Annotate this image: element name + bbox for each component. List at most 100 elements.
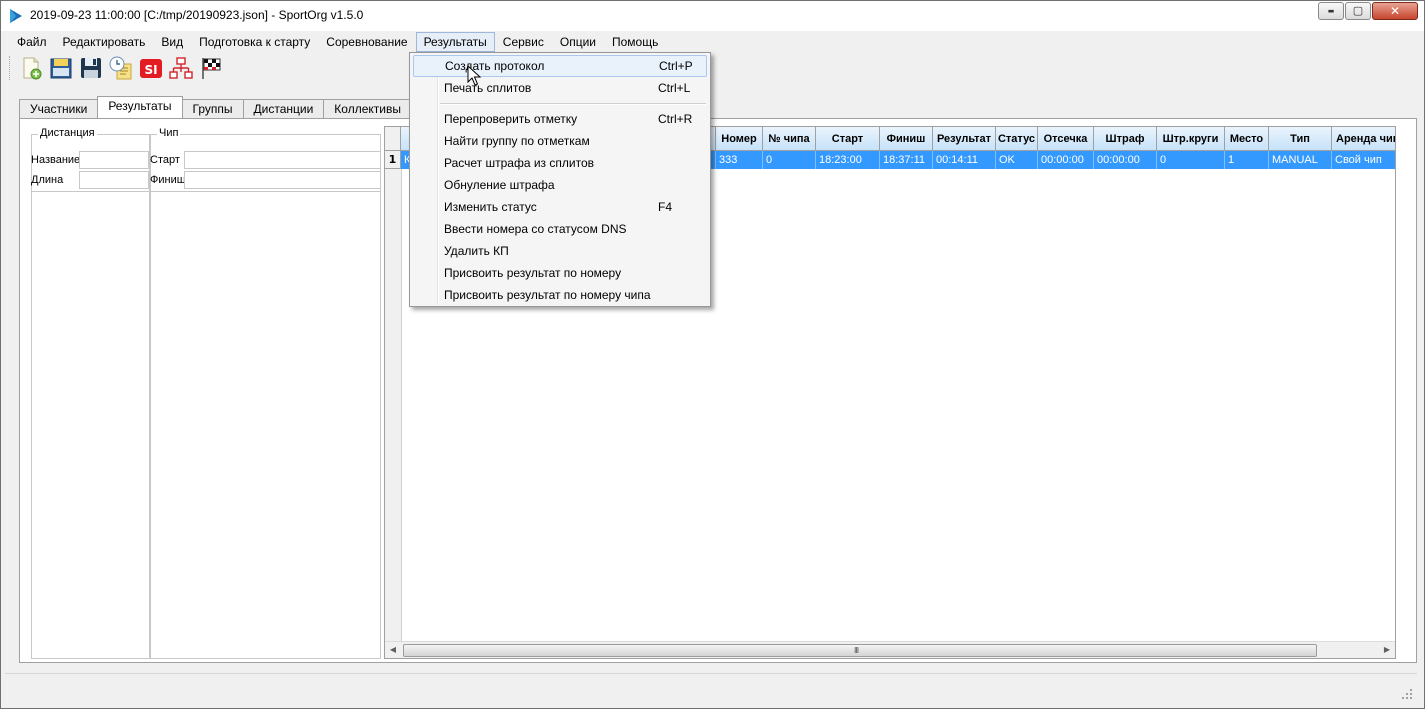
table-cell-result[interactable]: 00:14:11: [933, 151, 996, 169]
menu-view[interactable]: Вид: [153, 32, 191, 52]
maximize-button[interactable]: ▢: [1345, 2, 1371, 20]
col-header-type[interactable]: Тип: [1269, 127, 1332, 151]
tab-distances[interactable]: Дистанции: [242, 99, 325, 118]
chip-start-field: [184, 151, 381, 169]
menu-item-create-report[interactable]: Создать протокол Ctrl+P: [413, 55, 707, 77]
menu-item-label: Обнуление штрафа: [444, 178, 555, 192]
horizontal-scrollbar[interactable]: ◀ III ▶: [385, 641, 1395, 658]
scroll-right-icon[interactable]: ▶: [1379, 642, 1395, 658]
row-header-strip: [385, 169, 402, 642]
col-header-chip-number[interactable]: № чипа: [763, 127, 816, 151]
tab-bar: Участники Результаты Группы Дистанции Ко…: [19, 96, 412, 118]
toolbar-grip[interactable]: [9, 56, 13, 80]
minimize-icon: ▬: [1327, 7, 1335, 15]
tab-teams[interactable]: Коллективы: [323, 99, 412, 118]
window-controls: ▬ ▢ ✕: [1317, 2, 1418, 20]
minimize-button[interactable]: ▬: [1318, 2, 1344, 20]
chip-group-title: Чип: [157, 127, 181, 139]
menu-item-shortcut: Ctrl+L: [658, 81, 691, 95]
si-label: SI: [144, 63, 157, 77]
table-cell-chip-number[interactable]: 0: [763, 151, 816, 169]
chip-finish-field: [184, 171, 381, 189]
menu-item-assign-by-chip[interactable]: Присвоить результат по номеру чипа: [413, 285, 707, 305]
menu-service[interactable]: Сервис: [495, 32, 552, 52]
toolbar: SI: [9, 53, 229, 83]
tab-groups[interactable]: Группы: [181, 99, 244, 118]
network-icon[interactable]: [169, 56, 193, 80]
menu-options[interactable]: Опции: [552, 32, 604, 52]
col-header-chip-rent[interactable]: Аренда чипа: [1332, 127, 1395, 151]
col-header-bib[interactable]: Номер: [716, 127, 763, 151]
menu-help[interactable]: Помощь: [604, 32, 666, 52]
table-cell-chip-rent[interactable]: Свой чип: [1332, 151, 1395, 169]
distance-controls-list: [31, 191, 150, 659]
menu-item-enter-dns[interactable]: Ввести номера со статусом DNS: [413, 219, 707, 239]
distance-name-label: Название: [31, 154, 81, 166]
table-cell-place[interactable]: 1: [1225, 151, 1269, 169]
new-file-icon[interactable]: [19, 56, 43, 80]
table-cell-start[interactable]: 18:23:00: [816, 151, 880, 169]
menu-item-label: Печать сплитов: [444, 81, 532, 95]
menu-item-shortcut: Ctrl+P: [659, 59, 693, 73]
results-dropdown-menu: Создать протокол Ctrl+P Печать сплитов C…: [409, 52, 711, 307]
table-cell-bib[interactable]: 333: [716, 151, 763, 169]
si-reader-icon[interactable]: SI: [139, 56, 163, 80]
menu-item-shortcut: F4: [658, 200, 673, 214]
menu-item-label: Ввести номера со статусом DNS: [444, 222, 627, 236]
col-header-start[interactable]: Старт: [816, 127, 880, 151]
table-cell-type[interactable]: MANUAL: [1269, 151, 1332, 169]
menu-separator: [440, 103, 706, 105]
col-header-status[interactable]: Статус: [996, 127, 1038, 151]
table-cell-cutoff[interactable]: 00:00:00: [1038, 151, 1094, 169]
mouse-pointer-icon: [467, 65, 481, 86]
row-header[interactable]: 1: [385, 151, 401, 169]
menu-competition[interactable]: Соревнование: [318, 32, 415, 52]
menu-item-penalty-from-splits[interactable]: Расчет штрафа из сплитов: [413, 153, 707, 173]
menu-item-label: Изменить статус: [444, 200, 537, 214]
menu-item-reset-penalty[interactable]: Обнуление штрафа: [413, 175, 707, 195]
menu-item-delete-control[interactable]: Удалить КП: [413, 241, 707, 261]
menu-item-label: Перепроверить отметку: [444, 112, 578, 126]
tab-results[interactable]: Результаты: [97, 96, 183, 118]
table-cell-status[interactable]: OK: [996, 151, 1038, 169]
scroll-left-icon[interactable]: ◀: [385, 642, 401, 658]
close-button[interactable]: ✕: [1372, 2, 1418, 20]
chip-finish-label: Финиш: [150, 174, 186, 186]
table-cell-penalty-laps[interactable]: 0: [1157, 151, 1225, 169]
menu-item-change-status[interactable]: Изменить статус F4: [413, 197, 707, 217]
col-header-penalty[interactable]: Штраф: [1094, 127, 1157, 151]
chip-start-label: Старт: [150, 154, 180, 166]
title-bar: 2019-09-23 11:00:00 [C:/tmp/20190923.jso…: [1, 1, 1424, 31]
menu-item-find-group[interactable]: Найти группу по отметкам: [413, 131, 707, 151]
col-header-result[interactable]: Результат: [933, 127, 996, 151]
col-header-finish[interactable]: Финиш: [880, 127, 933, 151]
open-folder-icon[interactable]: [49, 56, 73, 80]
save-icon[interactable]: [79, 56, 103, 80]
menu-item-recheck-punches[interactable]: Перепроверить отметку Ctrl+R: [413, 109, 707, 129]
menu-item-label: Расчет штрафа из сплитов: [444, 156, 595, 170]
col-header-place[interactable]: Место: [1225, 127, 1269, 151]
menu-item-assign-by-bib[interactable]: Присвоить результат по номеру: [413, 263, 707, 283]
menu-item-label: Найти группу по отметкам: [444, 134, 590, 148]
col-header-cutoff[interactable]: Отсечка: [1038, 127, 1094, 151]
menu-start-preparation[interactable]: Подготовка к старту: [191, 32, 318, 52]
scroll-thumb[interactable]: III: [403, 644, 1317, 657]
tab-participants[interactable]: Участники: [19, 99, 99, 118]
resize-grip-icon[interactable]: [1401, 688, 1413, 700]
menu-file[interactable]: Файл: [9, 32, 55, 52]
clock-document-icon[interactable]: [109, 56, 133, 80]
col-header-penalty-laps[interactable]: Штр.круги: [1157, 127, 1225, 151]
result-info-area: Дистанция Название Длина Чип Старт Финиш: [31, 127, 381, 659]
scroll-thumb-grip: III: [854, 646, 859, 655]
status-bar: [5, 673, 1417, 704]
menu-item-label: Удалить КП: [444, 244, 509, 258]
table-cell-finish[interactable]: 18:37:11: [880, 151, 933, 169]
table-corner-button[interactable]: [385, 127, 401, 151]
menu-item-print-splits[interactable]: Печать сплитов Ctrl+L: [413, 78, 707, 98]
menu-results[interactable]: Результаты: [415, 32, 495, 52]
finish-flag-icon[interactable]: [199, 56, 223, 80]
menu-edit[interactable]: Редактировать: [55, 32, 154, 52]
table-cell-penalty[interactable]: 00:00:00: [1094, 151, 1157, 169]
distance-length-field: [79, 171, 149, 189]
menu-bar: Файл Редактировать Вид Подготовка к стар…: [9, 32, 1417, 52]
